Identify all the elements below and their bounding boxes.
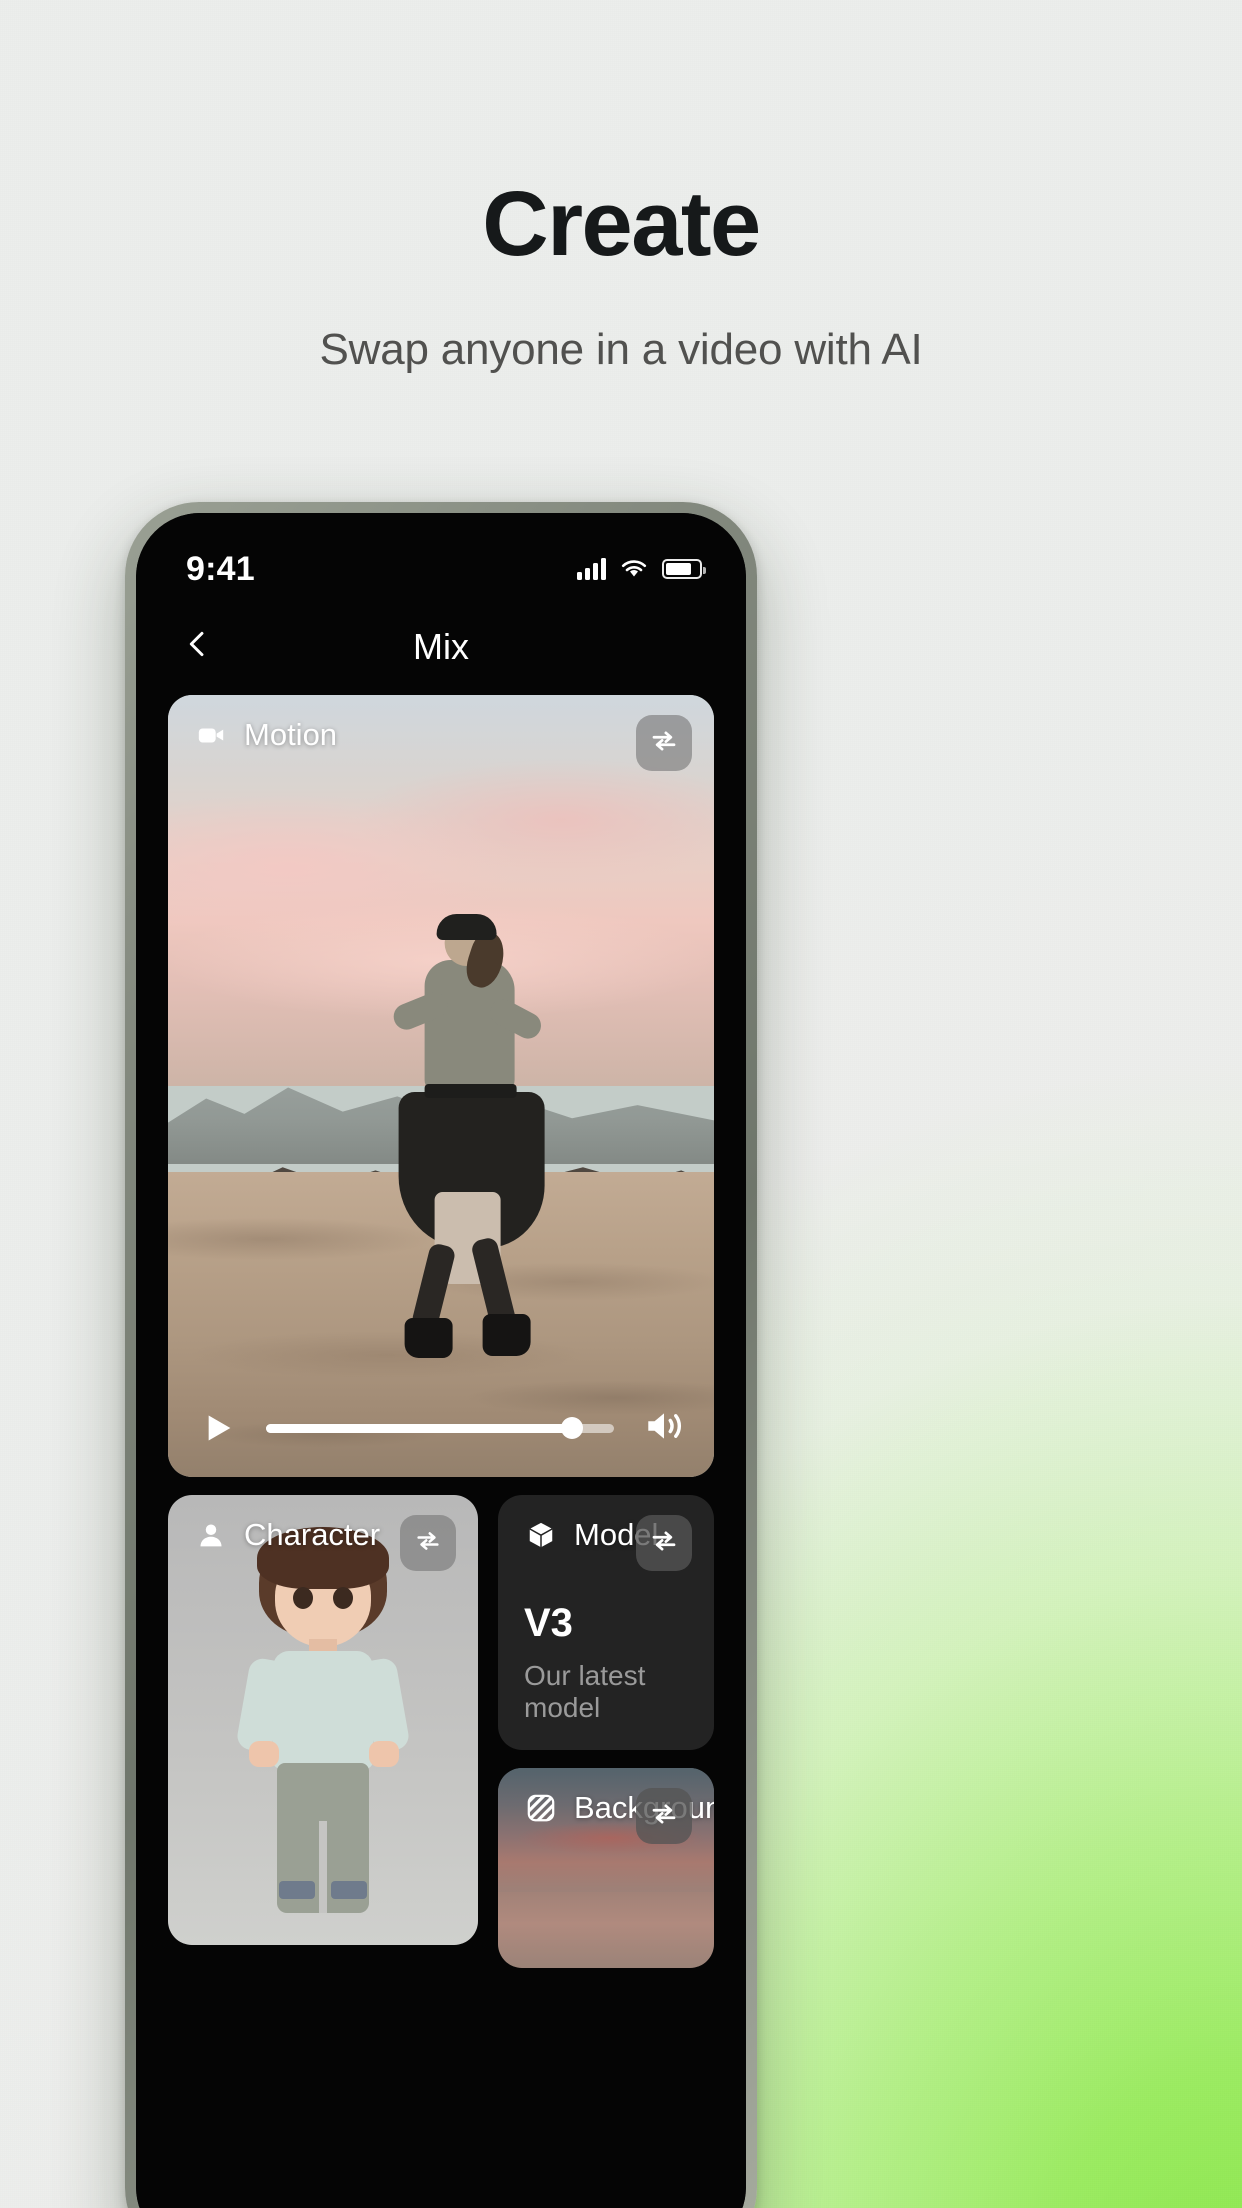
cellular-bars-icon — [577, 558, 606, 580]
phone-mockup: 9:41 Mix Motion Character Model V3 Our l… — [125, 502, 757, 2208]
headline-block: Create Swap anyone in a video with AI — [0, 176, 1242, 375]
model-name: V3 — [524, 1601, 573, 1645]
swap-arrows-icon — [649, 1799, 679, 1834]
right-column: Model V3 Our latest model — [498, 1495, 714, 1968]
motion-swap-button[interactable] — [636, 715, 692, 771]
motion-label-text: Motion — [244, 717, 338, 752]
motion-card[interactable]: Motion — [168, 695, 714, 1477]
wifi-icon — [620, 558, 648, 580]
status-bar: 9:41 — [136, 513, 746, 599]
status-icons — [577, 558, 706, 580]
person-icon — [194, 1518, 228, 1552]
video-progress-slider[interactable] — [266, 1417, 614, 1439]
video-camera-icon — [194, 718, 228, 752]
progress-fill — [266, 1423, 573, 1433]
character-card-label: Character — [194, 1517, 380, 1553]
character-swap-button[interactable] — [400, 1515, 456, 1571]
volume-button[interactable] — [640, 1405, 688, 1451]
phone-bezel: 9:41 Mix Motion Character Model V3 Our l… — [136, 513, 746, 2208]
background-swap-button[interactable] — [636, 1788, 692, 1844]
left-column: Character — [168, 1495, 478, 1968]
navigation-bar: Mix — [136, 599, 746, 695]
nav-title: Mix — [413, 626, 469, 667]
character-card[interactable]: Character — [168, 1495, 478, 1945]
motion-video-preview — [168, 695, 714, 1477]
page-title: Create — [482, 173, 761, 275]
speaker-wave-icon — [642, 1407, 686, 1450]
swap-arrows-icon — [649, 726, 679, 761]
play-button[interactable] — [194, 1405, 240, 1451]
model-description: Our latest model — [524, 1660, 646, 1723]
screen-content: Motion Character Model V3 Our latest mod… — [136, 695, 746, 1968]
hatched-square-icon — [524, 1791, 558, 1825]
motion-card-label: Motion — [194, 717, 337, 753]
progress-knob[interactable] — [561, 1417, 584, 1439]
dancing-person-figure — [349, 913, 559, 1384]
status-time: 9:41 — [186, 549, 255, 588]
swap-arrows-icon — [649, 1526, 679, 1561]
phone-screen: 9:41 Mix Motion Character Model V3 Our l… — [136, 513, 746, 2208]
battery-icon — [662, 559, 706, 579]
cube-icon — [524, 1518, 558, 1552]
page-subtitle: Swap anyone in a video with AI — [319, 324, 923, 374]
video-player-controls — [168, 1405, 714, 1451]
options-grid: Character Model V3 Our latest model — [168, 1495, 714, 1968]
character-label-text: Character — [244, 1517, 381, 1552]
model-card[interactable]: Model V3 Our latest model — [498, 1495, 714, 1750]
back-button[interactable] — [180, 627, 224, 668]
model-swap-button[interactable] — [636, 1515, 692, 1571]
character-avatar-figure — [223, 1527, 423, 1929]
swap-arrows-icon — [414, 1527, 442, 1560]
background-card[interactable]: Background — [498, 1768, 714, 1968]
